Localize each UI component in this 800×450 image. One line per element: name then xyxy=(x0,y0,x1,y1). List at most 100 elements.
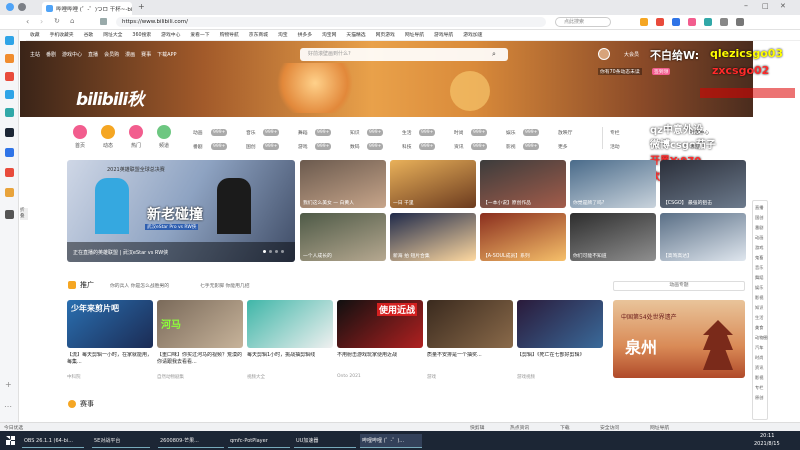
index-item[interactable]: 资讯 xyxy=(755,365,763,371)
nav-match[interactable]: 赛事 xyxy=(141,51,151,58)
status-item[interactable]: 热点资讯 xyxy=(510,424,529,431)
clock-time[interactable]: 20:11 xyxy=(760,433,774,439)
username[interactable]: 大会员 xyxy=(624,51,639,58)
bookmark-item[interactable]: 网址导航 xyxy=(405,30,424,40)
taskbar-item-active[interactable]: 哔哩哔哩 (゜-゜)... xyxy=(360,434,422,448)
index-item[interactable]: 时尚 xyxy=(755,355,763,361)
sidebar-add-icon[interactable]: + xyxy=(5,380,12,389)
video-thumbnail[interactable] xyxy=(247,300,333,348)
status-item[interactable]: 下载 xyxy=(560,424,570,431)
category-link[interactable]: 影视 xyxy=(506,143,516,150)
forward-icon[interactable]: › xyxy=(40,17,43,26)
index-item[interactable]: 音乐 xyxy=(755,265,763,271)
extension-icon[interactable] xyxy=(704,18,712,26)
bookmark-item[interactable]: 游戏中心 xyxy=(161,30,180,40)
carousel-dots[interactable] xyxy=(263,250,284,253)
video-author[interactable]: 视频大全 xyxy=(247,374,265,380)
status-item[interactable]: 安全访问 xyxy=(600,424,619,431)
index-item[interactable]: 动画 xyxy=(755,235,763,241)
windows-start-icon[interactable] xyxy=(6,436,15,445)
sidebar-app-icon[interactable] xyxy=(5,210,14,219)
bookmark-item[interactable]: 游戏加速 xyxy=(463,30,482,40)
sidebar-app-icon[interactable] xyxy=(5,72,14,81)
category-link[interactable]: 游戏 xyxy=(298,143,308,150)
nav-comic[interactable]: 漫画 xyxy=(125,51,135,58)
bookmark-item[interactable]: 淘宝网 xyxy=(322,30,336,40)
bookmark-item[interactable]: 收藏 xyxy=(30,30,40,40)
video-thumbnail[interactable]: 你觉是牌了吗? xyxy=(570,160,656,208)
sidebar-more-icon[interactable]: ⋯ xyxy=(4,402,12,411)
category-link[interactable]: 音乐 xyxy=(246,129,256,136)
video-thumbnail[interactable]: 你们可能不知道 xyxy=(570,213,656,261)
category-link[interactable]: 动画 xyxy=(193,129,203,136)
video-thumbnail[interactable]: 【一本小说】原创作品 xyxy=(480,160,566,208)
url-input[interactable]: https://www.bilibili.com/ xyxy=(116,17,546,27)
index-item[interactable]: 生活 xyxy=(755,315,763,321)
channel-channel-icon[interactable] xyxy=(157,125,171,139)
minimize-icon[interactable]: – xyxy=(744,1,748,10)
menu-icon[interactable] xyxy=(736,18,744,26)
video-thumbnail[interactable] xyxy=(517,300,603,348)
bookmark-item[interactable]: 谷歌 xyxy=(84,30,94,40)
sign-badge[interactable]: 签到领 xyxy=(652,68,671,75)
sidebar-app-icon[interactable] xyxy=(5,90,14,99)
refresh-icon[interactable]: ↻ xyxy=(54,17,60,25)
video-title[interactable]: 不用射击游戏玩家便用近战 xyxy=(337,352,423,366)
maximize-icon[interactable]: □ xyxy=(762,2,769,10)
bookmark-item[interactable]: 游戏导航 xyxy=(434,30,453,40)
video-thumbnail[interactable]: 【A-SOUL成员】系列 xyxy=(480,213,566,261)
sidebar-app-icon[interactable] xyxy=(5,54,14,63)
nav-live[interactable]: 直播 xyxy=(88,51,98,58)
back-icon[interactable]: ‹ xyxy=(26,17,29,26)
sidebar-collapse-tab[interactable]: 折叠 xyxy=(20,208,28,220)
video-title[interactable]: 【重口味】你买过河马的视频？荒漠的你请跟我去看看... xyxy=(157,352,243,366)
bookmark-item[interactable]: 360搜索 xyxy=(132,30,151,40)
user-icon[interactable] xyxy=(18,3,26,11)
sidebar-app-icon[interactable] xyxy=(5,148,14,157)
video-author[interactable]: 自然动物剧集 xyxy=(157,374,184,380)
bookmark-item[interactable]: 京东商城 xyxy=(249,30,268,40)
right-link[interactable]: 社区中心 xyxy=(690,129,709,136)
category-link[interactable]: 更多 xyxy=(558,143,568,150)
video-thumbnail[interactable]: 河马 xyxy=(157,300,243,348)
home-icon[interactable]: ⌂ xyxy=(70,17,74,25)
video-author[interactable]: Onto 2021 xyxy=(337,374,361,379)
download-icon[interactable] xyxy=(720,18,728,26)
video-author[interactable]: 游戏 xyxy=(427,374,436,380)
index-item[interactable]: 专栏 xyxy=(755,385,763,391)
index-item[interactable]: 国创 xyxy=(755,215,763,221)
taskbar-item[interactable]: qmfc-PotPlayer xyxy=(228,434,290,448)
index-item[interactable]: 游戏 xyxy=(755,245,763,251)
index-item[interactable]: 舞蹈 xyxy=(755,275,763,281)
channel-label[interactable]: 热门 xyxy=(126,142,146,149)
video-title[interactable]: 质量不安排是一个抽奖... xyxy=(427,352,513,366)
right-link[interactable]: 专栏 xyxy=(610,129,620,136)
nav-main[interactable]: 主站 xyxy=(30,51,40,58)
video-thumbnail[interactable]: 使用近战 xyxy=(337,300,423,348)
extension-icon[interactable] xyxy=(672,18,680,26)
nav-game[interactable]: 游戏中心 xyxy=(62,51,82,58)
sidebar-app-icon[interactable] xyxy=(5,168,14,177)
index-item[interactable]: 影视 xyxy=(755,375,763,381)
hot-channel-icon[interactable] xyxy=(129,125,143,139)
video-author[interactable]: 中科院 xyxy=(67,374,81,380)
home-channel-icon[interactable] xyxy=(73,125,87,139)
hot-topic[interactable]: 七手无影脚 你能用几招 xyxy=(200,282,250,289)
category-link[interactable]: 科技 xyxy=(402,143,412,150)
video-thumbnail[interactable]: 新海 拍 短片合集 xyxy=(390,213,476,261)
bookmark-item[interactable]: 网页游戏 xyxy=(376,30,395,40)
clock-date[interactable]: 2021/8/15 xyxy=(754,441,780,447)
bookmark-item[interactable]: 网址大全 xyxy=(103,30,122,40)
category-link[interactable]: 生活 xyxy=(402,129,412,136)
extension-icon[interactable] xyxy=(656,18,664,26)
channel-label[interactable]: 动态 xyxy=(98,142,118,149)
taskbar-item[interactable]: 2600809-芒果... xyxy=(158,434,224,448)
bookmark-item[interactable]: 购物导航 xyxy=(220,30,239,40)
search-icon[interactable]: ⌕ xyxy=(492,50,496,59)
index-item[interactable]: 动物圈 xyxy=(755,335,768,341)
video-thumbnail[interactable]: 【高笃高达】 xyxy=(660,213,746,261)
video-thumbnail[interactable]: 少年来剪片吧 xyxy=(67,300,153,348)
site-search-input[interactable]: 好前滚壁画到什么? xyxy=(300,48,508,61)
hot-topic[interactable]: 你的兵人 你是怎么战胜男的 xyxy=(110,282,169,289)
ad-banner[interactable]: 中国第54处世界遗产 泉州 xyxy=(613,300,745,378)
